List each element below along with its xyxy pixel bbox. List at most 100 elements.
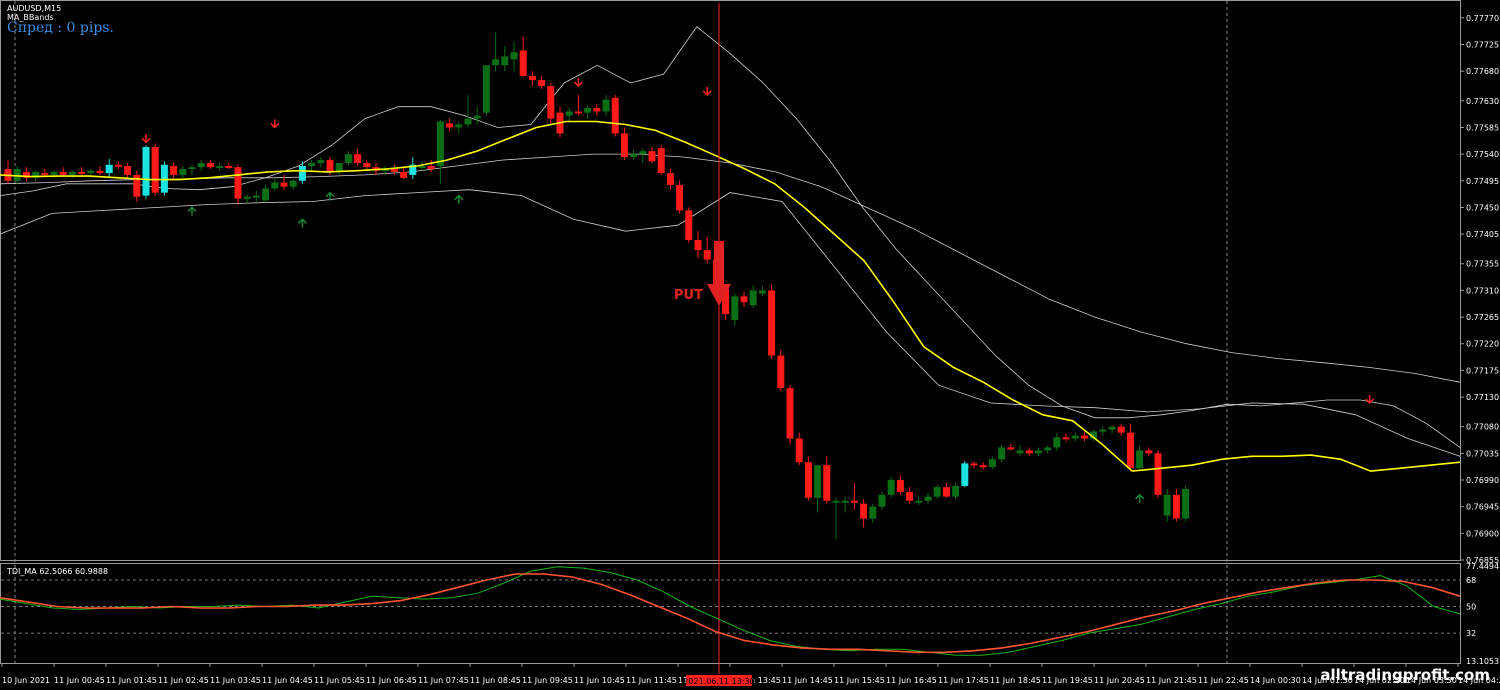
- price-tick-label: 0.77310: [1466, 286, 1499, 295]
- candle-body: [666, 173, 674, 185]
- candle-body: [547, 85, 555, 119]
- candle-body: [1016, 450, 1024, 454]
- candle-body: [574, 111, 582, 114]
- candle-body: [1071, 435, 1079, 439]
- time-tick-label: 11 Jun 07:45: [418, 676, 469, 685]
- candle-body: [988, 459, 996, 467]
- candle-body: [1034, 450, 1042, 454]
- time-tick-label: 11 Jun 14:45: [782, 676, 833, 685]
- candle-body: [363, 163, 371, 168]
- time-tick-label: 11 Jun 01:45: [106, 676, 157, 685]
- candle-body: [252, 195, 260, 198]
- candle-body: [1044, 447, 1052, 451]
- tdi-tick-label: 32: [1466, 629, 1476, 638]
- tdi-tick-label: 68: [1466, 576, 1476, 585]
- candle-body: [979, 465, 987, 468]
- candle-body: [1172, 494, 1180, 519]
- time-tick-label: 11 Jun 11:45: [626, 676, 677, 685]
- candle-body: [703, 250, 711, 260]
- candle-body: [124, 165, 132, 175]
- candle-body: [740, 296, 748, 303]
- candle-body: [620, 133, 628, 158]
- candle-body: [869, 506, 877, 519]
- tdi-tick-label: 77.4494: [1466, 562, 1499, 571]
- price-chart[interactable]: 0.77770 0.77725 0.77680 0.77630 0.77585 0.775…: [0, 0, 1500, 690]
- candle-body: [823, 465, 831, 501]
- price-tick-label: 0.76990: [1466, 476, 1499, 485]
- candle-body: [344, 154, 352, 164]
- price-tick-label: 0.77130: [1466, 393, 1499, 402]
- cursor-time-label: 2021.06.11 13:30: [683, 677, 754, 686]
- candle-body: [758, 290, 766, 294]
- candle-body: [1136, 450, 1144, 469]
- price-tick-label: 0.76900: [1466, 529, 1499, 538]
- price-axis: 0.77770 0.77725 0.77680 0.77630 0.77585 0.775…: [1460, 14, 1499, 565]
- candle-body: [685, 210, 693, 241]
- time-tick-label: 11 Jun 17:45: [938, 676, 989, 685]
- candle-body: [528, 75, 536, 81]
- candle-body: [1145, 450, 1153, 454]
- spread-label: Спред : 0 pips.: [7, 20, 114, 36]
- candle-body: [924, 496, 932, 501]
- price-tick-label: 0.77725: [1466, 41, 1499, 50]
- time-tick-label: 11 Jun 00:45: [54, 676, 105, 685]
- candle-body: [197, 163, 205, 168]
- candle-body: [1007, 447, 1015, 450]
- price-tick-label: 0.77265: [1466, 313, 1499, 322]
- candle-body: [1126, 432, 1134, 469]
- price-tick-label: 0.77495: [1466, 177, 1499, 186]
- time-tick-label: 11 Jun 18:45: [990, 676, 1041, 685]
- time-tick-label: 11 Jun 15:45: [834, 676, 885, 685]
- candle-body: [1182, 488, 1190, 519]
- candle-body: [1154, 453, 1162, 495]
- candle-body: [50, 171, 58, 175]
- candle-body: [786, 388, 794, 439]
- candle-body: [390, 168, 398, 172]
- candle-body: [749, 290, 757, 306]
- candle-body: [1108, 426, 1116, 430]
- time-tick-label: 11 Jun 21:45: [1146, 676, 1197, 685]
- time-tick-label: 11 Jun 09:45: [522, 676, 573, 685]
- candle-body: [473, 115, 481, 119]
- candle-body: [795, 438, 803, 463]
- candle-body: [170, 165, 178, 175]
- candle-body: [584, 107, 592, 113]
- candle-body: [96, 170, 104, 174]
- tdi-tick-label: 13.1053: [1466, 657, 1499, 666]
- candle-body: [1099, 429, 1107, 432]
- candle-body: [896, 480, 904, 492]
- price-tick-label: 0.77585: [1466, 123, 1499, 132]
- time-tick-label: 11 Jun 19:45: [1042, 676, 1093, 685]
- time-tick-label: 11 Jun 22:45: [1198, 676, 1249, 685]
- candle-body: [114, 164, 122, 167]
- time-tick-label: 11 Jun 08:45: [470, 676, 521, 685]
- candle-body: [317, 160, 325, 164]
- candle-body: [906, 491, 914, 501]
- candle-body: [225, 165, 233, 168]
- time-tick-label: 10 Jun 2021: [2, 676, 50, 685]
- candle-body: [850, 500, 858, 503]
- candle-body: [179, 168, 187, 175]
- candle-body: [933, 487, 941, 497]
- price-tick-label: 0.77355: [1466, 260, 1499, 269]
- candle-body: [565, 111, 573, 116]
- candle-body: [234, 167, 242, 199]
- candle-body: [519, 50, 527, 76]
- candle-body: [676, 184, 684, 211]
- candle-body: [105, 164, 113, 174]
- candle-body: [832, 500, 840, 503]
- price-tick-label: 0.77770: [1466, 14, 1499, 23]
- time-tick-label: 11 Jun 06:45: [366, 676, 417, 685]
- candle-body: [593, 107, 601, 112]
- candle-body: [59, 171, 67, 175]
- candle-body: [860, 503, 868, 519]
- candle-body: [694, 240, 702, 251]
- price-tick-label: 0.77680: [1466, 67, 1499, 76]
- time-tick-label: 11 Jun 02:45: [158, 676, 209, 685]
- candle-body: [1053, 437, 1061, 448]
- candle-body: [1117, 426, 1125, 433]
- candle-body: [308, 163, 316, 166]
- candle-body: [878, 494, 886, 507]
- price-tick-label: 0.77405: [1466, 230, 1499, 239]
- put-signal-label: PUT: [674, 288, 703, 303]
